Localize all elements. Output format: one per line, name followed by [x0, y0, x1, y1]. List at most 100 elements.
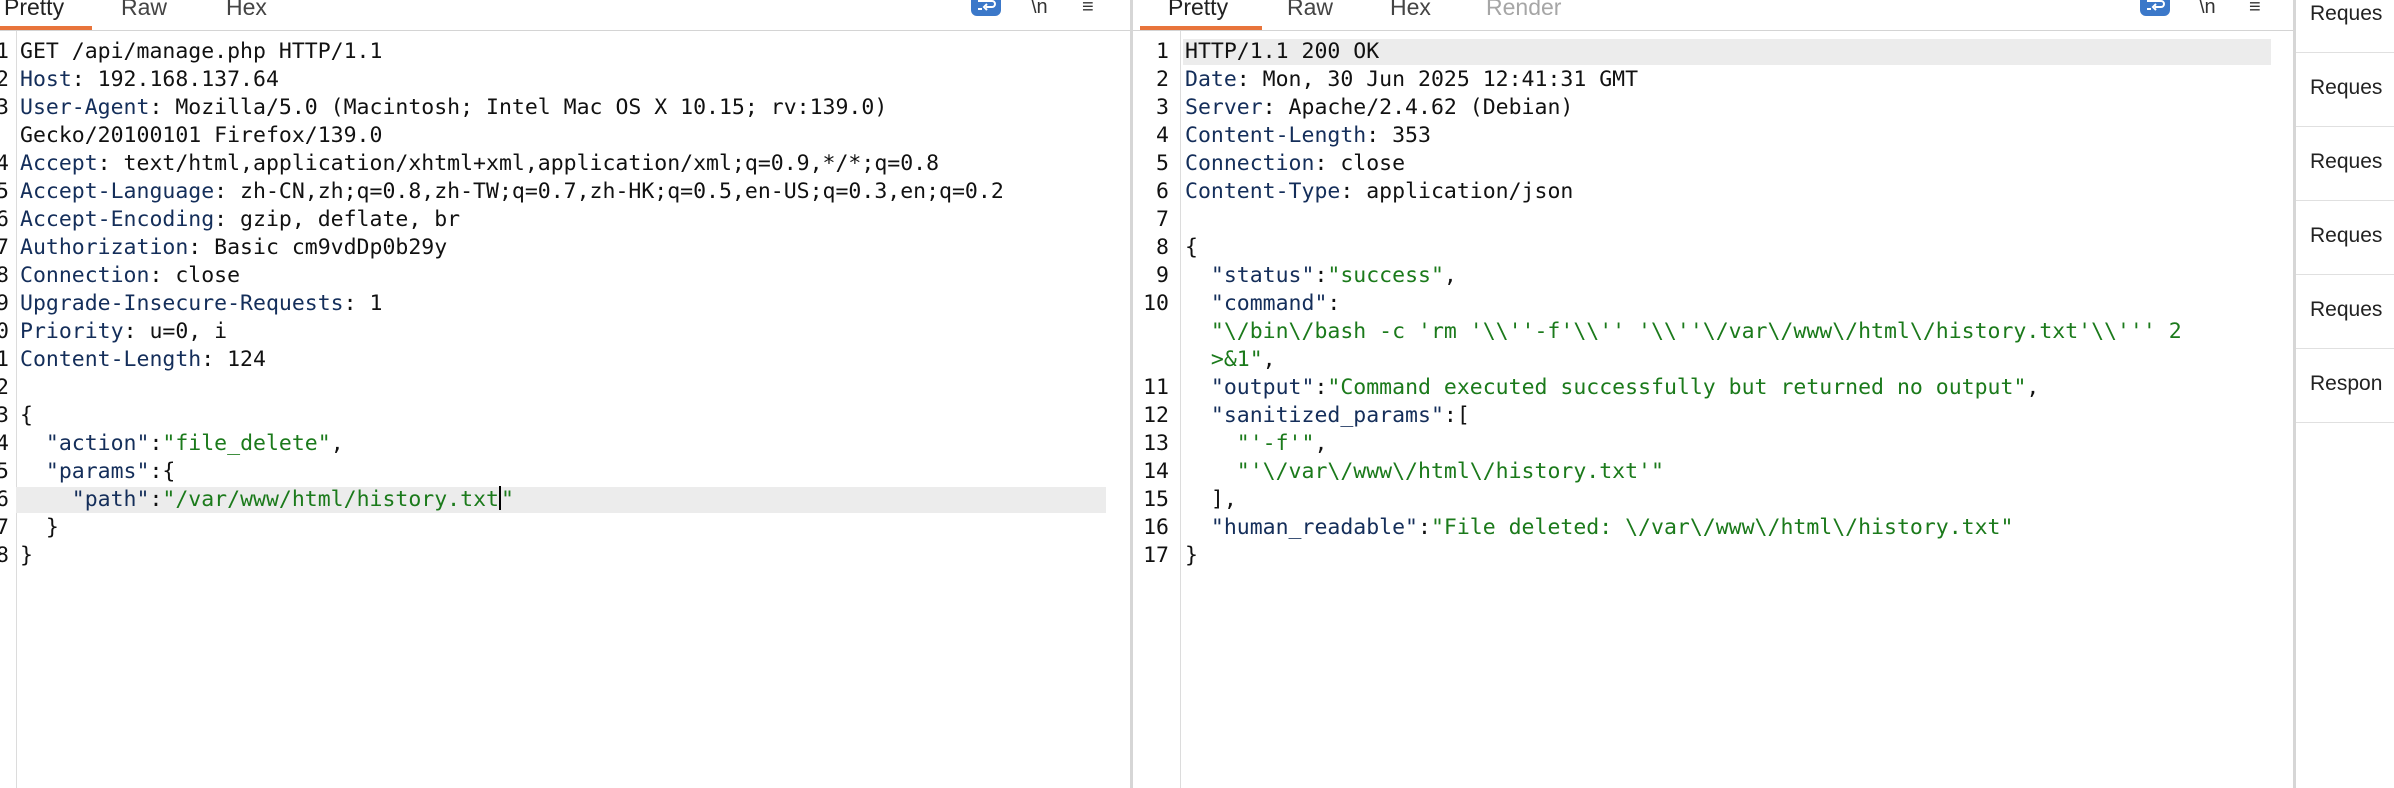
editor-menu-icon[interactable]: ≡ — [1082, 0, 1094, 19]
request-tab-raw[interactable]: Raw — [121, 0, 167, 21]
code-line: 11 "output":"Command executed successful… — [1133, 374, 2273, 402]
token-plain: GET /api/manage.php HTTP/1.1 — [20, 39, 383, 64]
line-text: Accept-Encoding: gzip, deflate, br — [20, 206, 460, 234]
token-jkey: "status" — [1210, 263, 1315, 288]
token-plain: : — [1314, 375, 1328, 400]
token-str: >&1" — [1210, 347, 1263, 372]
line-number: 8 — [0, 263, 9, 288]
token-str: "'-f'" — [1236, 431, 1315, 456]
response-tab-hex[interactable]: Hex — [1390, 0, 1431, 21]
code-line: 2 Host: 192.168.137.64 — [0, 66, 1110, 94]
line-text: Content-Length: 124 — [20, 346, 266, 374]
token-plain: :[ — [1443, 403, 1470, 428]
request-tab-hex[interactable]: Hex — [226, 0, 267, 21]
request-code[interactable]: 1 GET /api/manage.php HTTP/1.1 2 Host: 192.… — [0, 38, 1110, 570]
response-tab-raw[interactable]: Raw — [1287, 0, 1333, 21]
sidebar-item-request-query[interactable]: Reques — [2310, 76, 2382, 100]
line-number: 1 — [1156, 39, 1169, 64]
token-plain: : — [1418, 515, 1431, 540]
code-line: 7 Authorization: Basic cm9vdDp0b29y — [0, 234, 1110, 262]
line-text: "path":"/var/www/html/history.txt" — [20, 486, 514, 514]
token-plain: : u=0, i — [123, 319, 228, 344]
sidebar-divider — [2296, 274, 2394, 275]
response-viewer: Pretty Raw Hex Render \n ≡ 1 HTTP/1.1 200… — [1133, 0, 2293, 788]
line-number: 3 — [0, 95, 9, 120]
token-key: Upgrade-Insecure-Requests — [20, 291, 344, 316]
line-number: 13 — [1143, 431, 1169, 456]
line-text: { — [20, 402, 33, 430]
response-code[interactable]: 1 HTTP/1.1 200 OK 2 Date: Mon, 30 Jun 2025 … — [1133, 38, 2273, 570]
line-text: Connection: close — [20, 262, 240, 290]
sidebar-item-request-body[interactable]: Reques — [2310, 150, 2382, 174]
code-line: 6 Accept-Encoding: gzip, deflate, br — [0, 206, 1110, 234]
editor-menu-icon[interactable]: ≡ — [2249, 0, 2261, 19]
sidebar-item-response-headers[interactable]: Respon — [2310, 372, 2382, 396]
line-text: "\/bin\/bash -c 'rm '\\''-f'\\'' '\\''\/… — [1185, 318, 2182, 346]
token-plain: : 1 — [343, 291, 383, 316]
token-plain: , — [1262, 347, 1276, 372]
line-number: 11 — [1143, 375, 1169, 400]
code-line: 3 Server: Apache/2.4.62 (Debian) — [1133, 94, 2273, 122]
sidebar-item-request-attributes[interactable]: Reques — [2310, 2, 2382, 26]
line-text: } — [1185, 542, 1198, 570]
token-plain: : Basic cm9vdDp0b29y — [188, 235, 448, 260]
token-str: "'\/var\/www\/html\/history.txt'" — [1236, 459, 1664, 484]
token-plain: :{ — [149, 459, 176, 484]
response-tab-pretty[interactable]: Pretty — [1168, 0, 1228, 21]
line-text: >&1", — [1185, 346, 1276, 374]
code-line: 11 Content-Length: 124 — [0, 346, 1110, 374]
sidebar-divider — [2296, 52, 2394, 53]
code-line: 15 ], — [1133, 486, 2273, 514]
token-str: "File deleted: \/var\/www\/html\/history… — [1430, 515, 2014, 540]
line-text: Date: Mon, 30 Jun 2025 12:41:31 GMT — [1185, 66, 1638, 94]
code-line: 12 "sanitized_params":[ — [1133, 402, 2273, 430]
token-key: Host — [20, 67, 72, 92]
code-line: 10 "command": — [1133, 290, 2273, 318]
token-plain: : — [149, 431, 163, 456]
token-str: "success" — [1327, 263, 1444, 288]
token-str: "file_delete" — [162, 431, 331, 456]
line-number: 12 — [0, 375, 9, 400]
token-plain: : application/json — [1340, 179, 1574, 204]
token-plain: : close — [1314, 151, 1406, 176]
sidebar-item-request-headers[interactable]: Reques — [2310, 298, 2382, 322]
token-plain: } — [20, 515, 59, 540]
request-tab-pretty[interactable]: Pretty — [4, 0, 64, 21]
line-number: 10 — [1143, 291, 1169, 316]
wrap-lines-icon[interactable] — [2140, 0, 2170, 16]
sidebar-item-request-cookies[interactable]: Reques — [2310, 224, 2382, 248]
token-plain: } — [1185, 543, 1198, 568]
line-number: 15 — [0, 459, 9, 484]
line-text: "status":"success", — [1185, 262, 1457, 290]
show-newlines-icon[interactable]: \n — [1031, 0, 1048, 19]
token-plain: , — [1443, 263, 1457, 288]
response-tab-render[interactable]: Render — [1486, 0, 1561, 21]
wrap-lines-icon[interactable] — [971, 0, 1001, 16]
token-plain: : Mon, 30 Jun 2025 12:41:31 GMT — [1236, 67, 1639, 92]
token-key: Content-Type — [1185, 179, 1341, 204]
token-key: Date — [1185, 67, 1237, 92]
token-plain: : gzip, deflate, br — [214, 207, 461, 232]
show-newlines-icon[interactable]: \n — [2199, 0, 2216, 19]
token-plain: : Mozilla/5.0 (Macintosh; Intel Mac OS X… — [149, 95, 888, 120]
line-number: 10 — [0, 319, 9, 344]
token-jkey: "sanitized_params" — [1210, 403, 1444, 428]
response-tab-bar: Pretty Raw Hex Render \n ≡ — [1133, 0, 2293, 31]
token-key: Content-Length — [20, 347, 202, 372]
line-text: "command": — [1185, 290, 1340, 318]
line-text: ], — [1185, 486, 1237, 514]
sidebar-divider — [2296, 126, 2394, 127]
line-number: 6 — [0, 207, 9, 232]
code-line: 14 "'\/var\/www\/html\/history.txt'" — [1133, 458, 2273, 486]
code-line: 17 } — [0, 514, 1110, 542]
inspector-sidebar: Reques Reques Reques Reques Reques Respo… — [2296, 0, 2394, 788]
line-text: "human_readable":"File deleted: \/var\/w… — [1185, 514, 2014, 542]
line-number: 2 — [1156, 67, 1169, 92]
token-str: "Command executed successfully but retur… — [1327, 375, 2027, 400]
